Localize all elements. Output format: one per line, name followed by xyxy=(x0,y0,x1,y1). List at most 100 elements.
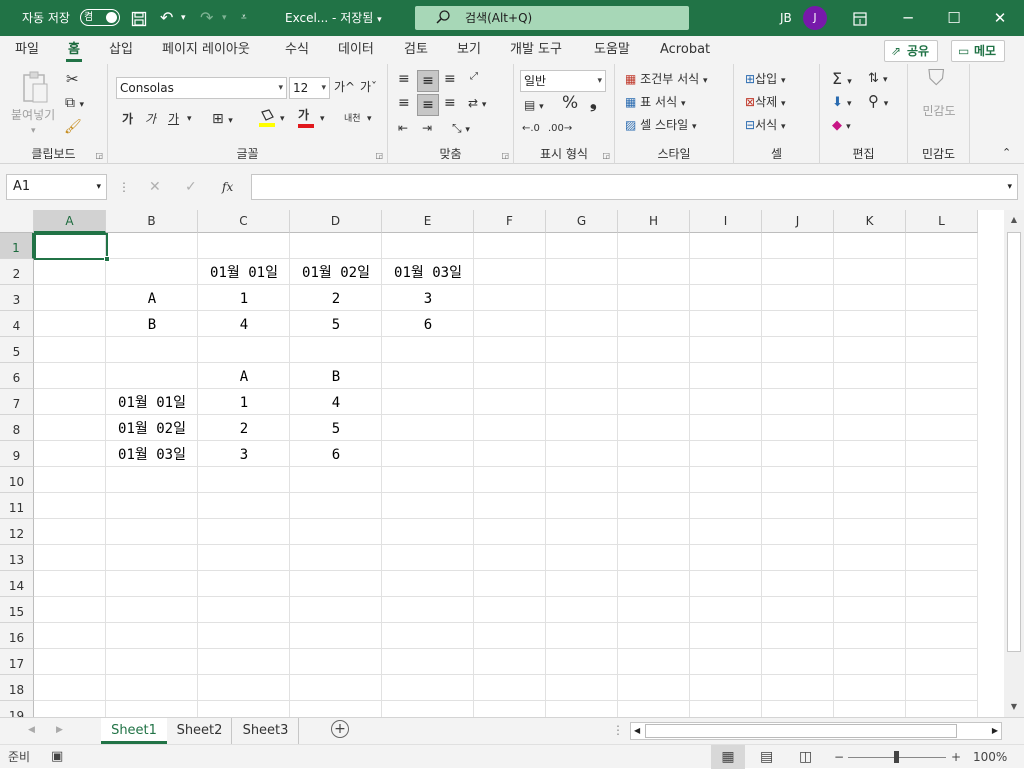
cell-k3[interactable] xyxy=(834,285,906,311)
cell-c12[interactable] xyxy=(198,519,290,545)
format-as-table-button[interactable]: ▦ 표 서식 ▾ xyxy=(625,93,685,113)
cell-d1[interactable] xyxy=(290,233,382,259)
sheet-tab[interactable]: Sheet3 xyxy=(233,718,299,744)
row-header-13[interactable]: 13 xyxy=(0,545,34,571)
cell-j10[interactable] xyxy=(762,467,834,493)
cell-i2[interactable] xyxy=(690,259,762,285)
dialog-launcher-icon[interactable]: ◲ xyxy=(95,151,103,160)
cell-j11[interactable] xyxy=(762,493,834,519)
cell-j2[interactable] xyxy=(762,259,834,285)
borders-icon[interactable]: ⊞ ▾ xyxy=(212,110,233,130)
cell-f11[interactable] xyxy=(474,493,546,519)
cell-f4[interactable] xyxy=(474,311,546,337)
cell-l14[interactable] xyxy=(906,571,978,597)
row-header-17[interactable]: 17 xyxy=(0,649,34,675)
cell-b13[interactable] xyxy=(106,545,198,571)
cell-l15[interactable] xyxy=(906,597,978,623)
fill-icon[interactable]: ⬇ ▾ xyxy=(832,94,852,113)
cell-b16[interactable] xyxy=(106,623,198,649)
cell-h1[interactable] xyxy=(618,233,690,259)
cell-j18[interactable] xyxy=(762,675,834,701)
cell-g12[interactable] xyxy=(546,519,618,545)
cell-l19[interactable] xyxy=(906,701,978,717)
cell-b1[interactable] xyxy=(106,233,198,259)
cell-i17[interactable] xyxy=(690,649,762,675)
dialog-launcher-icon[interactable]: ◲ xyxy=(602,151,610,160)
cell-g5[interactable] xyxy=(546,337,618,363)
cell-i14[interactable] xyxy=(690,571,762,597)
cell-j3[interactable] xyxy=(762,285,834,311)
minimize-icon[interactable]: ─ xyxy=(885,0,931,36)
font-size-select[interactable]: 12 ▾ xyxy=(289,77,330,99)
cell-h9[interactable] xyxy=(618,441,690,467)
increase-decimal-icon[interactable]: ←.0 xyxy=(522,120,540,138)
tab-view[interactable]: 보기 xyxy=(457,36,481,64)
cell-l4[interactable] xyxy=(906,311,978,337)
tab-page-layout[interactable]: 페이지 레이아웃 xyxy=(162,36,250,64)
cell-i8[interactable] xyxy=(690,415,762,441)
zoom-slider-thumb[interactable] xyxy=(894,751,899,763)
cell-e14[interactable] xyxy=(382,571,474,597)
tab-data[interactable]: 데이터 xyxy=(338,36,374,64)
cell-l13[interactable] xyxy=(906,545,978,571)
font-color-dropdown-icon[interactable]: ▾ xyxy=(320,110,325,128)
cell-a11[interactable] xyxy=(34,493,106,519)
cell-d18[interactable] xyxy=(290,675,382,701)
cell-e6[interactable] xyxy=(382,363,474,389)
cell-c19[interactable] xyxy=(198,701,290,717)
align-bottom-icon[interactable]: ≡ xyxy=(444,70,456,88)
next-sheet-icon[interactable]: ▶ xyxy=(56,718,63,742)
cell-e8[interactable] xyxy=(382,415,474,441)
cell-d10[interactable] xyxy=(290,467,382,493)
cell-j12[interactable] xyxy=(762,519,834,545)
cell-a5[interactable] xyxy=(34,337,106,363)
cell-g4[interactable] xyxy=(546,311,618,337)
cell-k9[interactable] xyxy=(834,441,906,467)
scroll-right-icon[interactable]: ▶ xyxy=(992,723,998,739)
cell-k8[interactable] xyxy=(834,415,906,441)
sheet-tab[interactable]: Sheet1 xyxy=(101,718,167,744)
cell-b5[interactable] xyxy=(106,337,198,363)
cell-d17[interactable] xyxy=(290,649,382,675)
cell-i6[interactable] xyxy=(690,363,762,389)
cell-i10[interactable] xyxy=(690,467,762,493)
row-header-1[interactable]: 1 xyxy=(0,233,34,259)
vertical-scrollbar[interactable]: ▲ ▼ xyxy=(1004,210,1024,717)
row-header-6[interactable]: 6 xyxy=(0,363,34,389)
tab-file[interactable]: 파일 xyxy=(15,36,39,64)
cell-k6[interactable] xyxy=(834,363,906,389)
cell-h14[interactable] xyxy=(618,571,690,597)
cell-b12[interactable] xyxy=(106,519,198,545)
cell-b19[interactable] xyxy=(106,701,198,717)
cell-g19[interactable] xyxy=(546,701,618,717)
cell-a9[interactable] xyxy=(34,441,106,467)
wrap-text-icon[interactable]: ⇄ ▾ xyxy=(468,94,486,114)
cell-e18[interactable] xyxy=(382,675,474,701)
underline-dropdown-icon[interactable]: ▾ xyxy=(187,110,192,128)
cell-g7[interactable] xyxy=(546,389,618,415)
cell-k13[interactable] xyxy=(834,545,906,571)
normal-view-icon[interactable]: ▦ xyxy=(711,745,745,769)
cell-g3[interactable] xyxy=(546,285,618,311)
row-header-12[interactable]: 12 xyxy=(0,519,34,545)
scrollbar-thumb[interactable] xyxy=(1007,232,1021,652)
cell-j14[interactable] xyxy=(762,571,834,597)
copy-icon[interactable]: ⧉ ▾ xyxy=(65,94,84,114)
cell-f2[interactable] xyxy=(474,259,546,285)
row-header-3[interactable]: 3 xyxy=(0,285,34,311)
underline-button[interactable]: 가 xyxy=(168,110,179,128)
undo-icon[interactable]: ↶ xyxy=(160,0,173,36)
sort-filter-icon[interactable]: ⇅ ▾ xyxy=(868,70,888,89)
tab-acrobat[interactable]: Acrobat xyxy=(660,36,710,64)
cell-a12[interactable] xyxy=(34,519,106,545)
zoom-in-icon[interactable]: + xyxy=(951,745,961,769)
dialog-launcher-icon[interactable]: ◲ xyxy=(375,151,383,160)
customize-qat-icon[interactable]: ⩡ xyxy=(241,0,247,36)
clear-icon[interactable]: ◆ ▾ xyxy=(832,117,851,136)
cell-e19[interactable] xyxy=(382,701,474,717)
row-header-10[interactable]: 10 xyxy=(0,467,34,493)
decrease-decimal-icon[interactable]: .00→ xyxy=(548,120,572,138)
align-top-icon[interactable]: ≡ xyxy=(398,70,410,88)
row-header-16[interactable]: 16 xyxy=(0,623,34,649)
column-header-j[interactable]: J xyxy=(762,210,834,233)
